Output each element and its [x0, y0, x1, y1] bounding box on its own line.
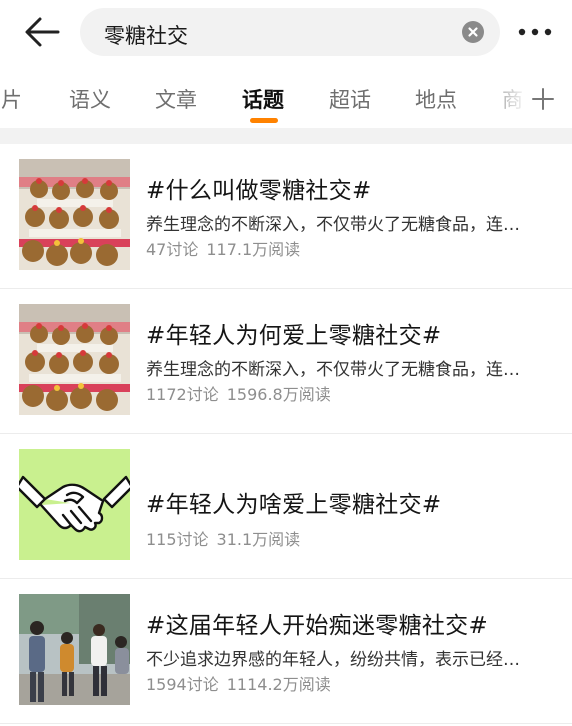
more-button[interactable] [516, 22, 556, 42]
search-bar[interactable]: 零糖社交 [80, 8, 500, 56]
add-tab-button[interactable] [530, 86, 556, 112]
back-button[interactable] [22, 14, 62, 50]
category-tabs: 图片 语义 文章 话题 超话 地点 商 [0, 66, 572, 128]
discussion-count: 115讨论 [146, 530, 209, 549]
tab-articles[interactable]: 文章 [155, 84, 197, 114]
search-input[interactable]: 零糖社交 [104, 20, 188, 50]
topic-result-item[interactable]: #这届年轻人开始痴迷零糖社交# 不少追求边界感的年轻人，纷纷共情，表示已经… 1… [0, 579, 572, 724]
topic-stats: 47讨论 117.1万阅读 [146, 236, 300, 260]
clear-circle-icon [468, 27, 478, 37]
topic-thumbnail [19, 304, 130, 415]
topic-description: 养生理念的不断深入，不仅带火了无糖食品，连… [146, 215, 520, 235]
topic-title: #年轻人为啥爱上零糖社交# [146, 492, 442, 518]
discussion-count: 1172讨论 [146, 385, 219, 404]
topic-result-item[interactable]: #什么叫做零糖社交# 养生理念的不断深入，不仅带火了无糖食品，连… 47讨论 11… [0, 144, 572, 289]
topic-result-item[interactable]: #年轻人为何爱上零糖社交# 养生理念的不断深入，不仅带火了无糖食品，连… 117… [0, 289, 572, 434]
people-dancing-photo [19, 594, 130, 705]
topic-stats: 1594讨论 1114.2万阅读 [146, 671, 331, 695]
tabs-fade-overlay [476, 66, 572, 128]
section-divider [0, 128, 572, 144]
top-bar: 零糖社交 [0, 0, 572, 62]
read-count: 1114.2万阅读 [226, 675, 331, 694]
tab-topics[interactable]: 话题 [242, 84, 284, 114]
tab-images[interactable]: 图片 [0, 84, 22, 114]
handshake-icon [19, 449, 130, 560]
topic-stats: 1172讨论 1596.8万阅读 [146, 381, 331, 405]
topic-title: #什么叫做零糖社交# [146, 178, 372, 204]
topic-title: #这届年轻人开始痴迷零糖社交# [146, 613, 489, 639]
plush-toys-photo [19, 304, 130, 415]
topic-title: #年轻人为何爱上零糖社交# [146, 323, 442, 349]
tab-super-topics[interactable]: 超话 [329, 84, 371, 114]
arrow-left-icon [25, 17, 60, 47]
discussion-count: 1594讨论 [146, 675, 219, 694]
tab-semantic[interactable]: 语义 [69, 84, 111, 114]
topic-stats: 115讨论 31.1万阅读 [146, 526, 300, 550]
topic-thumbnail [19, 449, 130, 560]
topic-description: 养生理念的不断深入，不仅带火了无糖食品，连… [146, 360, 520, 380]
plush-toys-photo [19, 159, 130, 270]
topic-thumbnail [19, 159, 130, 270]
clear-search-button[interactable] [462, 21, 484, 43]
plus-icon [532, 88, 554, 110]
topic-results-list: #什么叫做零糖社交# 养生理念的不断深入，不仅带火了无糖食品，连… 47讨论 11… [0, 144, 572, 724]
topic-result-item[interactable]: #年轻人为啥爱上零糖社交# 115讨论 31.1万阅读 [0, 434, 572, 579]
read-count: 31.1万阅读 [216, 530, 301, 549]
read-count: 117.1万阅读 [206, 240, 301, 259]
read-count: 1596.8万阅读 [226, 385, 331, 404]
topic-description: 不少追求边界感的年轻人，纷纷共情，表示已经… [146, 650, 520, 670]
topic-thumbnail [19, 594, 130, 705]
active-tab-indicator [250, 118, 278, 123]
discussion-count: 47讨论 [146, 240, 199, 259]
tab-places[interactable]: 地点 [415, 84, 457, 114]
more-horizontal-icon [518, 28, 552, 36]
